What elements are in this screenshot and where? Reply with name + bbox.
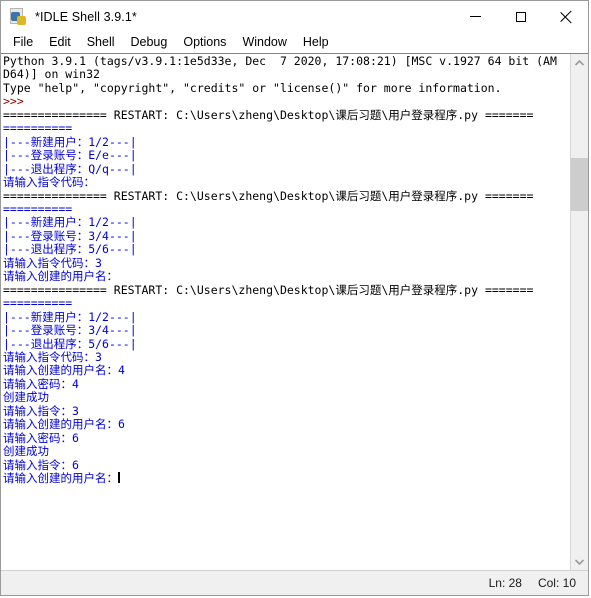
title-bar: *IDLE Shell 3.9.1*	[1, 1, 588, 32]
shell-output-textarea[interactable]: Python 3.9.1 (tags/v3.9.1:1e5d33e, Dec 7…	[1, 54, 570, 570]
shell-line-text: |---新建用户：1/2---|	[3, 134, 137, 149]
shell-line: 请输入创建的用户名：4	[3, 364, 570, 377]
shell-line-text: 请输入创建的用户名：	[3, 471, 118, 486]
shell-line-text: 请输入创建的用户名：	[3, 269, 118, 284]
shell-line-text: |---登录账号：E/e---|	[3, 148, 137, 163]
status-col-number: Col: 10	[537, 576, 576, 590]
shell-line-text: 请输入密码：4	[3, 376, 79, 391]
shell-line: |---登录账号：3/4---|	[3, 228, 570, 243]
shell-line-text: 请输入密码：6	[3, 430, 79, 445]
shell-line: ==========	[3, 201, 570, 216]
shell-line: 请输入创建的用户名：	[3, 270, 570, 283]
idle-shell-window: *IDLE Shell 3.9.1* File Edit Shell Debug…	[0, 0, 589, 596]
shell-line: 创建成功	[3, 391, 570, 404]
shell-line-text: 创建成功	[3, 444, 49, 459]
shell-line-text: ==========	[3, 296, 73, 311]
window-title: *IDLE Shell 3.9.1*	[35, 9, 137, 24]
shell-line: 创建成功	[3, 444, 570, 459]
shell-line: 请输入指令：6	[3, 457, 570, 472]
minimize-button[interactable]	[453, 1, 498, 32]
shell-line: 请输入指令：3	[3, 403, 570, 418]
scrollbar-track[interactable]	[571, 71, 588, 553]
shell-line: |---退出程序：Q/q---|	[3, 161, 570, 176]
shell-line-text: |---登录账号：3/4---|	[3, 228, 137, 243]
shell-line-text: ==========	[3, 121, 73, 136]
scroll-down-arrow[interactable]	[571, 553, 588, 570]
shell-line-text: 请输入指令代码：	[3, 175, 95, 190]
menu-item-file[interactable]: File	[5, 33, 41, 52]
text-cursor	[118, 472, 120, 484]
shell-line-text: 创建成功	[3, 390, 49, 405]
shell-line-text: =============== RESTART: C:\Users\zheng\…	[3, 188, 534, 203]
close-button[interactable]	[543, 1, 588, 32]
menu-item-edit[interactable]: Edit	[41, 33, 79, 52]
shell-line-text: |---退出程序：5/6---|	[3, 242, 137, 257]
shell-line-text: D64)] on win32	[3, 67, 100, 82]
status-line-number: Ln: 28	[488, 576, 522, 590]
menu-item-debug[interactable]: Debug	[123, 33, 176, 52]
shell-line: ==========	[3, 296, 570, 311]
close-icon	[560, 11, 572, 23]
shell-line: Python 3.9.1 (tags/v3.9.1:1e5d33e, Dec 7…	[3, 54, 570, 68]
menu-item-options[interactable]: Options	[175, 33, 234, 52]
shell-line-text: 请输入指令代码：3	[3, 255, 102, 270]
shell-line: 请输入创建的用户名：	[3, 471, 570, 486]
shell-line-text: >>>	[3, 94, 24, 109]
shell-line: |---新建用户：1/2---|	[3, 309, 570, 324]
shell-line-text: 请输入指令：3	[3, 403, 79, 418]
shell-line-text: 请输入指令代码：3	[3, 349, 102, 364]
maximize-icon	[515, 11, 526, 22]
shell-line-text: ==========	[3, 201, 73, 216]
window-controls	[453, 1, 588, 32]
shell-line: =============== RESTART: C:\Users\zheng\…	[3, 282, 570, 297]
shell-line: |---退出程序：5/6---|	[3, 336, 570, 351]
shell-line-text: 请输入创建的用户名：4	[3, 363, 125, 378]
shell-line-text: |---退出程序：Q/q---|	[3, 161, 137, 176]
shell-line: |---退出程序：5/6---|	[3, 243, 570, 256]
shell-line: =============== RESTART: C:\Users\zheng\…	[3, 188, 570, 203]
shell-line: D64)] on win32	[3, 68, 570, 81]
shell-line-text: Type "help", "copyright", "credits" or "…	[3, 80, 502, 95]
shell-line: |---新建用户：1/2---|	[3, 216, 570, 229]
shell-line-text: 请输入创建的用户名：6	[3, 417, 125, 432]
menu-item-help[interactable]: Help	[295, 33, 337, 52]
menu-bar: File Edit Shell Debug Options Window Hel…	[1, 32, 588, 53]
scroll-up-arrow[interactable]	[571, 54, 588, 71]
menu-item-shell[interactable]: Shell	[79, 33, 123, 52]
shell-line-text: =============== RESTART: C:\Users\zheng\…	[3, 282, 534, 297]
shell-line: ==========	[3, 122, 570, 135]
shell-line: 请输入指令代码：3	[3, 255, 570, 270]
status-bar: Ln: 28 Col: 10	[1, 570, 588, 595]
shell-line-text: |---新建用户：1/2---|	[3, 309, 137, 324]
shell-line-text: Python 3.9.1 (tags/v3.9.1:1e5d33e, Dec 7…	[3, 54, 557, 68]
shell-line-text: |---退出程序：5/6---|	[3, 336, 137, 351]
shell-line: |---新建用户：1/2---|	[3, 134, 570, 149]
shell-line: >>>	[3, 95, 570, 108]
shell-line-text: =============== RESTART: C:\Users\zheng\…	[3, 107, 534, 122]
shell-line: |---登录账号：E/e---|	[3, 148, 570, 163]
menu-item-window[interactable]: Window	[234, 33, 294, 52]
shell-line: 请输入创建的用户名：6	[3, 418, 570, 431]
shell-line: Type "help", "copyright", "credits" or "…	[3, 80, 570, 95]
shell-line-text: 请输入指令：6	[3, 457, 79, 472]
shell-line-text: |---新建用户：1/2---|	[3, 215, 137, 230]
scrollbar-thumb[interactable]	[571, 157, 588, 211]
shell-line: 请输入密码：4	[3, 376, 570, 391]
vertical-scrollbar[interactable]	[570, 54, 588, 570]
python-idle-icon	[10, 8, 27, 25]
shell-line: 请输入密码：6	[3, 430, 570, 445]
shell-line: 请输入指令代码：	[3, 175, 570, 190]
maximize-button[interactable]	[498, 1, 543, 32]
shell-line: |---登录账号：3/4---|	[3, 323, 570, 338]
shell-content: Python 3.9.1 (tags/v3.9.1:1e5d33e, Dec 7…	[1, 53, 588, 570]
shell-line: 请输入指令代码：3	[3, 349, 570, 364]
minimize-icon	[470, 16, 481, 17]
shell-line-text: |---登录账号：3/4---|	[3, 323, 137, 338]
shell-line: =============== RESTART: C:\Users\zheng\…	[3, 107, 570, 122]
